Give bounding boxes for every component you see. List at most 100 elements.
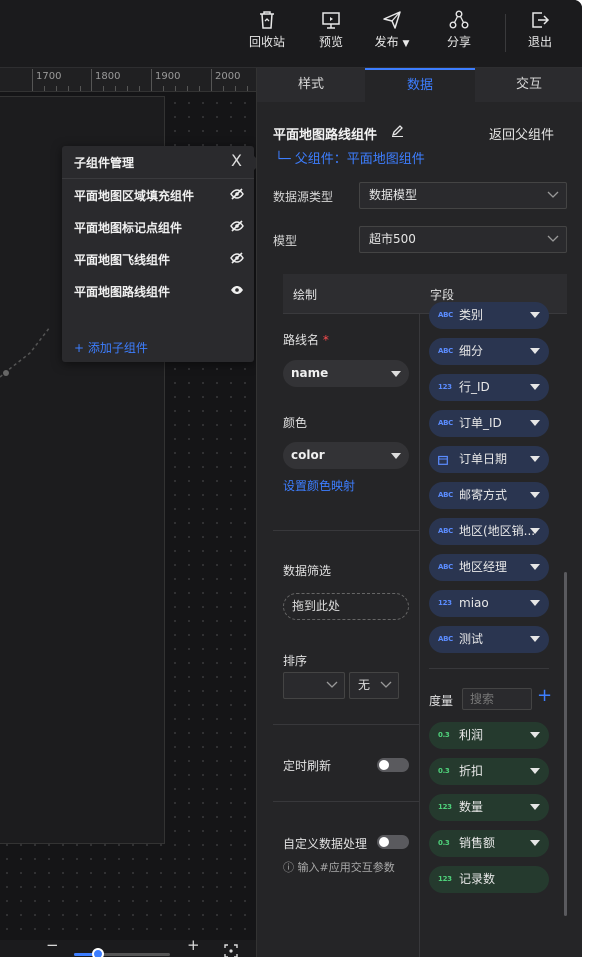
field-column-label: 字段 bbox=[430, 288, 455, 302]
field-scrollbar[interactable] bbox=[564, 572, 567, 916]
color-mapping-link[interactable]: 设置颜色映射 bbox=[283, 477, 355, 494]
eye-off-icon[interactable] bbox=[230, 188, 244, 200]
dimension-field[interactable]: ABC 地区(地区销... bbox=[429, 518, 549, 545]
sort-label: 排序 bbox=[283, 654, 308, 668]
source-type-select[interactable]: 数据模型 bbox=[359, 182, 567, 209]
zoom-slider[interactable] bbox=[74, 948, 170, 957]
dimension-field[interactable]: 123 行_ID bbox=[429, 374, 549, 401]
sort-field-select[interactable] bbox=[283, 672, 345, 699]
caret-down-icon[interactable] bbox=[530, 768, 540, 774]
model-select[interactable]: 超市500 bbox=[359, 226, 567, 253]
timed-refresh-label: 定时刷新 bbox=[283, 759, 332, 773]
custom-processing-toggle[interactable] bbox=[377, 835, 409, 849]
text-type-icon: ABC bbox=[438, 527, 453, 535]
caret-down-icon[interactable] bbox=[530, 600, 540, 606]
caret-down-icon[interactable] bbox=[530, 528, 540, 534]
recycle-button[interactable]: 回收站 bbox=[235, 10, 299, 50]
caret-down-icon[interactable] bbox=[530, 804, 540, 810]
subcomponent-item-active[interactable]: 平面地图路线组件 bbox=[74, 283, 244, 300]
field-name: 数量 bbox=[459, 800, 484, 814]
divider bbox=[62, 178, 254, 179]
source-type-value: 数据模型 bbox=[369, 188, 418, 202]
draw-column-label: 绘制 bbox=[293, 288, 318, 302]
eye-off-icon[interactable] bbox=[230, 220, 244, 232]
app-window: 回收站 预览 发布 ▼ 分享 退出 1700 1800 1900 2000 − … bbox=[0, 0, 582, 957]
exit-label: 退出 bbox=[527, 35, 552, 49]
dimension-field[interactable]: ABC 订单_ID bbox=[429, 410, 549, 437]
dimension-field[interactable]: 123 miao bbox=[429, 590, 549, 617]
recycle-label: 回收站 bbox=[248, 35, 285, 49]
measure-field[interactable]: 123 数量 bbox=[429, 794, 549, 821]
dimension-field[interactable]: ABC 类别 bbox=[429, 302, 549, 329]
caret-down-icon[interactable] bbox=[530, 732, 540, 738]
route-name-value: name bbox=[291, 366, 329, 380]
source-type-label: 数据源类型 bbox=[273, 190, 334, 204]
field-name: 地区(地区销... bbox=[459, 524, 536, 538]
caret-down-icon[interactable] bbox=[530, 420, 540, 426]
dimension-field[interactable]: ABC 测试 bbox=[429, 626, 549, 653]
caret-down-icon[interactable] bbox=[530, 564, 540, 570]
route-name-label: 路线名 * bbox=[283, 331, 329, 348]
dimension-field[interactable]: ABC 地区经理 bbox=[429, 554, 549, 581]
route-name-field[interactable]: name bbox=[283, 360, 409, 387]
eye-icon[interactable] bbox=[230, 284, 244, 296]
timed-refresh-toggle[interactable] bbox=[377, 758, 409, 772]
publish-button[interactable]: 发布 ▼ bbox=[362, 10, 422, 50]
tab-style[interactable]: 样式 bbox=[257, 68, 365, 102]
zoom-handle[interactable] bbox=[92, 948, 104, 957]
exit-button[interactable]: 退出 bbox=[508, 10, 572, 50]
color-field[interactable]: color bbox=[283, 442, 409, 469]
zoom-out-button[interactable]: − bbox=[46, 936, 59, 954]
exit-icon bbox=[532, 12, 550, 28]
add-field-button[interactable]: + bbox=[537, 685, 552, 706]
field-search-input[interactable]: 搜索 bbox=[462, 688, 532, 710]
dimension-field[interactable]: ABC 邮寄方式 bbox=[429, 482, 549, 509]
preview-button[interactable]: 预览 bbox=[299, 10, 363, 50]
parent-component-link[interactable]: └─ 父组件：平面地图组件 bbox=[275, 148, 425, 167]
subcomponent-item[interactable]: 平面地图标记点组件 bbox=[74, 219, 244, 236]
text-type-icon: ABC bbox=[438, 491, 453, 499]
measure-field[interactable]: 123 记录数 bbox=[429, 866, 549, 893]
field-name: 地区经理 bbox=[459, 560, 508, 574]
dimension-field[interactable]: 订单日期 bbox=[429, 446, 549, 473]
dimension-field[interactable]: ABC 细分 bbox=[429, 338, 549, 365]
tab-interaction[interactable]: 交互 bbox=[475, 68, 582, 102]
fit-screen-icon[interactable] bbox=[224, 944, 238, 957]
divider bbox=[273, 530, 419, 531]
caret-down-icon[interactable] bbox=[530, 636, 540, 642]
share-button[interactable]: 分享 bbox=[427, 10, 491, 50]
subcomponent-item[interactable]: 平面地图区域填充组件 bbox=[74, 187, 244, 204]
caret-down-icon[interactable] bbox=[530, 348, 540, 354]
measure-field[interactable]: 0.3 销售额 bbox=[429, 830, 549, 857]
back-to-parent-link[interactable]: 返回父组件 bbox=[489, 124, 554, 143]
chevron-down-icon bbox=[326, 681, 338, 688]
close-icon[interactable]: X bbox=[231, 151, 242, 170]
ruler-tick-label: 1900 bbox=[155, 71, 181, 82]
add-subcomponent-link[interactable]: + 添加子组件 bbox=[74, 339, 148, 356]
subcomponent-item[interactable]: 平面地图飞线组件 bbox=[74, 251, 244, 268]
caret-down-icon[interactable] bbox=[530, 312, 540, 318]
route-name-text: 路线名 bbox=[283, 333, 320, 347]
caret-down-icon[interactable] bbox=[530, 456, 540, 462]
field-name: 销售额 bbox=[459, 836, 496, 850]
sort-order-select[interactable]: 无 bbox=[349, 672, 399, 699]
filter-drop-zone[interactable]: 拖到此处 bbox=[283, 593, 409, 620]
number-type-icon: 123 bbox=[438, 599, 452, 607]
zoom-in-button[interactable]: + bbox=[187, 936, 200, 954]
caret-down-icon[interactable] bbox=[530, 840, 540, 846]
caret-down-icon[interactable] bbox=[530, 492, 540, 498]
horizontal-ruler: 1700 1800 1900 2000 bbox=[0, 68, 256, 92]
measure-field[interactable]: 0.3 利润 bbox=[429, 722, 549, 749]
eye-off-icon[interactable] bbox=[230, 252, 244, 264]
number-type-icon: 123 bbox=[438, 383, 452, 391]
panel-tabs: 样式 数据 交互 bbox=[257, 68, 582, 102]
text-type-icon: ABC bbox=[438, 419, 453, 427]
tab-data[interactable]: 数据 bbox=[365, 68, 475, 102]
measure-field[interactable]: 0.3 折扣 bbox=[429, 758, 549, 785]
caret-down-icon[interactable] bbox=[530, 384, 540, 390]
edit-icon[interactable] bbox=[391, 124, 404, 137]
number-type-icon: 0.3 bbox=[438, 767, 450, 775]
field-name: 行_ID bbox=[459, 380, 490, 394]
field-name: 订单_ID bbox=[459, 416, 502, 430]
number-type-icon: 123 bbox=[438, 803, 452, 811]
